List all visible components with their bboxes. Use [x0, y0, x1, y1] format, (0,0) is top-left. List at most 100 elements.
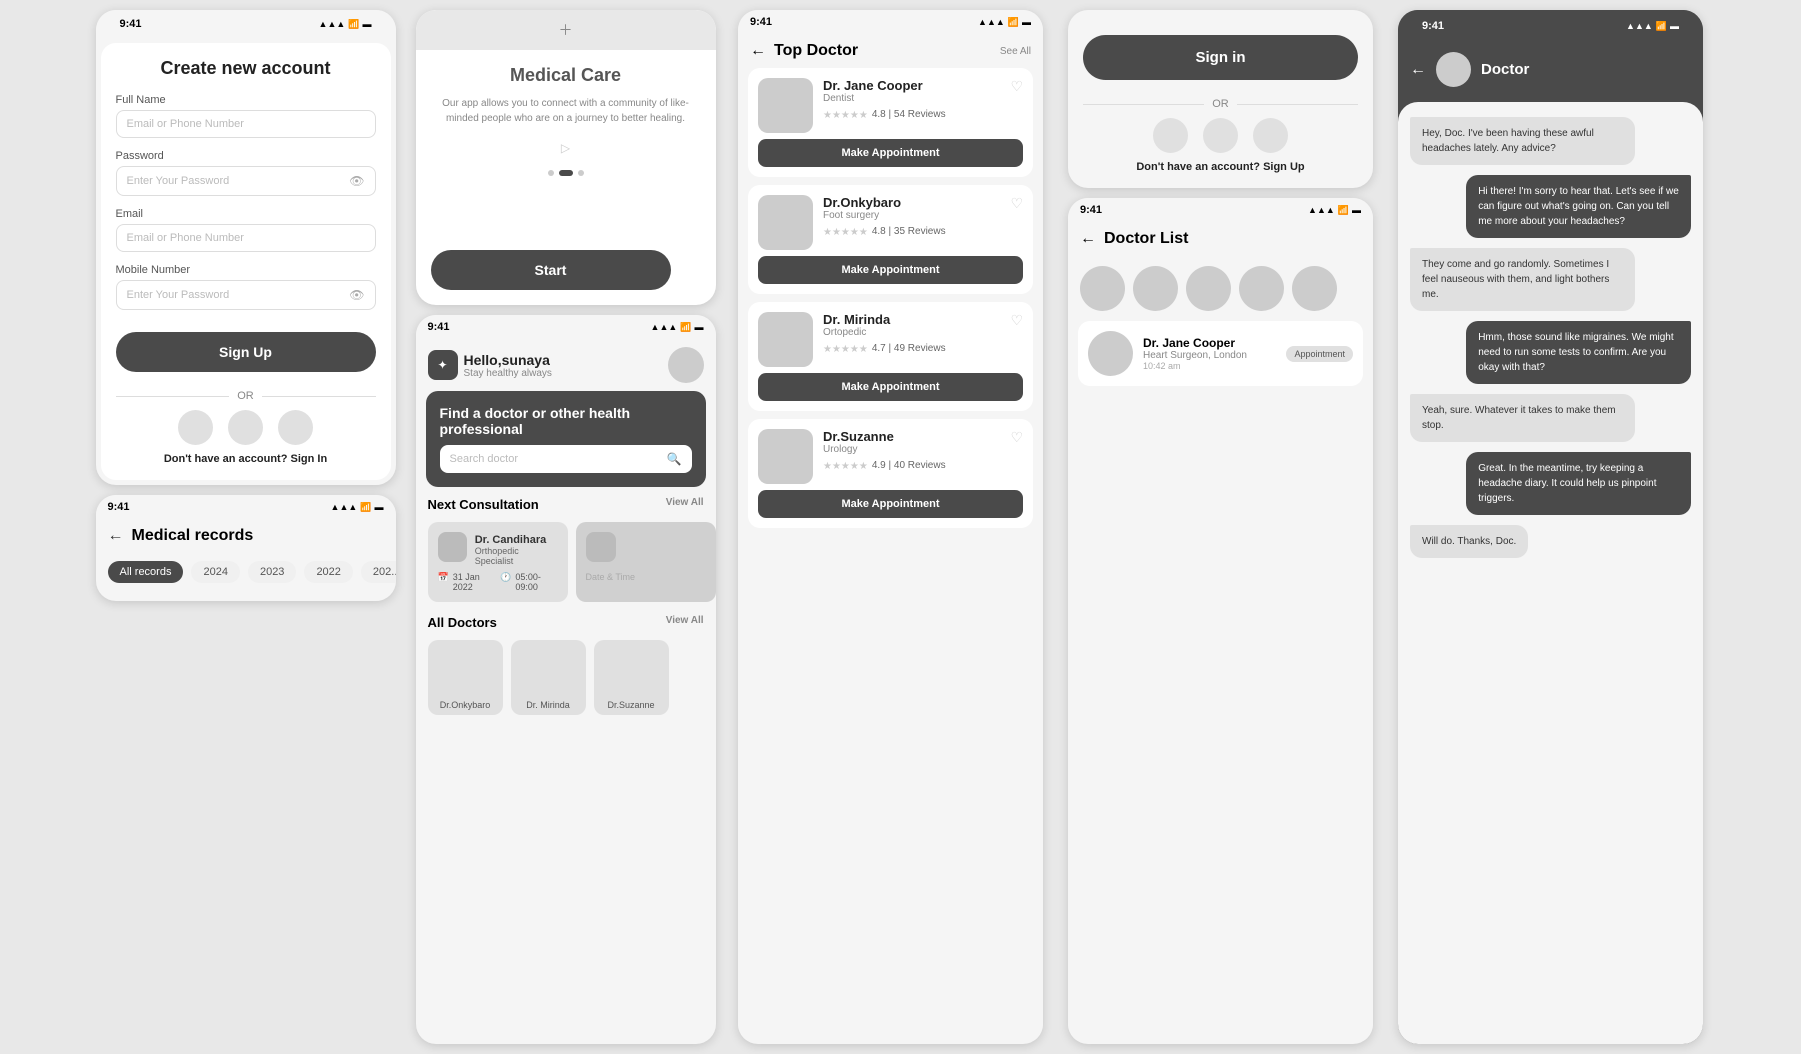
tab-2024[interactable]: 2024: [191, 561, 239, 583]
status-time-create: 9:41: [120, 18, 142, 30]
back-arrow-dl[interactable]: ←: [1080, 230, 1096, 248]
filter-avatar-1[interactable]: [1080, 266, 1125, 311]
heart-icon-3[interactable]: ♡: [1010, 312, 1023, 329]
see-all-link[interactable]: See All: [1000, 46, 1031, 57]
top-doctor-screen: 9:41 ▲▲▲ 📶 ▬ ← Top Doctor See All: [738, 10, 1043, 1044]
create-account-form: Create new account Full Name Email or Ph…: [101, 43, 391, 480]
search-box[interactable]: Search doctor 🔍: [440, 445, 692, 473]
filter-avatar-3[interactable]: [1186, 266, 1231, 311]
appt-btn-2[interactable]: Make Appointment: [758, 256, 1023, 284]
signup-button[interactable]: Sign Up: [116, 332, 376, 372]
signin-link[interactable]: Sign In: [291, 453, 328, 465]
top-doctor-title: Top Doctor: [774, 42, 858, 60]
view-all-consult[interactable]: View All: [666, 497, 704, 512]
tab-2022[interactable]: 2022: [304, 561, 352, 583]
greeting-text: Hello,sunaya Stay healthy always: [464, 352, 552, 379]
tab-older[interactable]: 202...: [361, 561, 396, 583]
column-1: 9:41 ▲▲▲ 📶 ▬ Create new account Full Nam…: [91, 10, 401, 1044]
dl-item-1: Dr. Jane Cooper Heart Surgeon, London 10…: [1078, 321, 1363, 386]
status-bar-dl: 9:41 ▲▲▲ 📶 ▬: [1068, 198, 1373, 222]
start-button[interactable]: Start: [431, 250, 671, 290]
battery-icon-records: ▬: [375, 502, 384, 512]
home-screen: 9:41 ▲▲▲ 📶 ▬ ✦ Hello,sunaya Stay healthy…: [416, 315, 716, 1044]
doctor-spec-3: Ortopedic: [823, 327, 1000, 338]
email-input[interactable]: Email or Phone Number: [116, 110, 376, 138]
msg-1: Hey, Doc. I've been having these awful h…: [1410, 117, 1635, 165]
signin-button[interactable]: Sign in: [1083, 35, 1358, 80]
slide-arrow: ▷: [561, 141, 570, 155]
tab-2023[interactable]: 2023: [248, 561, 296, 583]
view-all-doctors[interactable]: View All: [666, 615, 704, 630]
create-account-title: Create new account: [116, 58, 376, 79]
user-avatar-home[interactable]: [668, 347, 704, 383]
chat-avatar: [1436, 52, 1471, 87]
consult-card-2[interactable]: Date & Time: [576, 522, 716, 602]
heart-icon-2[interactable]: ♡: [1010, 195, 1023, 212]
social-btn-signin-1[interactable]: [1153, 118, 1188, 153]
stars-1: ★★★★★: [823, 110, 868, 121]
consult-cards: Dr. Candihara Orthopedic Specialist 📅 31…: [416, 517, 716, 607]
status-time-dl: 9:41: [1080, 204, 1102, 216]
password-group: Password Enter Your Password 👁: [116, 150, 376, 196]
consult-datetime-2: Date & Time: [586, 572, 706, 582]
back-arrow-records[interactable]: ←: [108, 527, 124, 545]
social-btn-1[interactable]: [178, 410, 213, 445]
next-consult-title: Next Consultation: [428, 497, 539, 512]
filter-avatar-5[interactable]: [1292, 266, 1337, 311]
filter-avatar-4[interactable]: [1239, 266, 1284, 311]
appt-badge-1[interactable]: Appointment: [1286, 346, 1353, 362]
heart-icon-4[interactable]: ♡: [1010, 429, 1023, 446]
rating-row-3: ★★★★★ 4.7 | 49 Reviews: [823, 341, 1000, 355]
email2-input[interactable]: Email or Phone Number: [116, 224, 376, 252]
dl-title-row: ← Doctor List: [1080, 230, 1188, 248]
full-name-label: Full Name: [116, 94, 376, 106]
doc-card-3[interactable]: Dr.Suzanne: [594, 640, 669, 715]
consult-hours: 05:00-09:00: [515, 572, 557, 592]
or-line-left-signin: [1083, 104, 1204, 105]
stars-2: ★★★★★: [823, 227, 868, 238]
appt-btn-3[interactable]: Make Appointment: [758, 373, 1023, 401]
consult-card-1[interactable]: Dr. Candihara Orthopedic Specialist 📅 31…: [428, 522, 568, 602]
back-arrow-top[interactable]: ←: [750, 42, 766, 60]
heart-icon-1[interactable]: ♡: [1010, 78, 1023, 95]
app-icon: ✦: [428, 350, 458, 380]
doctor-card-4: Dr.Suzanne Urology ★★★★★ 4.9 | 40 Review…: [748, 419, 1033, 528]
social-btn-signin-3[interactable]: [1253, 118, 1288, 153]
signup-link[interactable]: Sign Up: [1263, 161, 1305, 173]
doc-card-2[interactable]: Dr. Mirinda: [511, 640, 586, 715]
password-input[interactable]: Enter Your Password 👁: [116, 166, 376, 196]
filter-avatar-2[interactable]: [1133, 266, 1178, 311]
appt-btn-1[interactable]: Make Appointment: [758, 139, 1023, 167]
status-time-top: 9:41: [750, 16, 772, 28]
dot-2: [559, 170, 573, 176]
status-bar-home: 9:41 ▲▲▲ 📶 ▬: [416, 315, 716, 339]
search-title: Find a doctor or other health profession…: [440, 405, 692, 437]
social-btn-signin-2[interactable]: [1203, 118, 1238, 153]
arrow-indicator: ▷: [561, 141, 570, 155]
status-icons-chat: ▲▲▲ 📶 ▬: [1626, 21, 1679, 32]
full-name-group: Full Name Email or Phone Number: [116, 94, 376, 138]
doc-card-1[interactable]: Dr.Onkybaro: [428, 640, 503, 715]
doctor-info-row-4: Dr.Suzanne Urology ★★★★★ 4.9 | 40 Review…: [758, 429, 1023, 484]
records-header: ← Medical records: [96, 519, 396, 553]
stay-healthy: Stay healthy always: [464, 368, 552, 379]
tab-all-records[interactable]: All records: [108, 561, 184, 583]
back-arrow-chat[interactable]: ←: [1410, 61, 1426, 79]
avatar-row-dl: [1068, 256, 1373, 321]
appt-btn-4[interactable]: Make Appointment: [758, 490, 1023, 518]
doctor-avatar-4: [758, 429, 813, 484]
social-icons: [116, 410, 376, 445]
password-placeholder: Enter Your Password: [127, 175, 230, 187]
email-label: Email: [116, 208, 376, 220]
status-bar-records: 9:41 ▲▲▲ 📶 ▬: [96, 495, 396, 519]
mobile-input[interactable]: Enter Your Password 👁: [116, 280, 376, 310]
dl-avatar-1: [1088, 331, 1133, 376]
social-btn-3[interactable]: [278, 410, 313, 445]
dot-1: [548, 170, 554, 176]
social-btn-2[interactable]: [228, 410, 263, 445]
dl-info-1: Dr. Jane Cooper Heart Surgeon, London 10…: [1143, 336, 1276, 371]
doctor-name-1: Dr. Jane Cooper: [823, 78, 1000, 93]
signal-icon-records: ▲▲▲: [331, 502, 358, 512]
rating-3: 4.7 | 49 Reviews: [872, 343, 946, 354]
doctor-spec-2: Foot surgery: [823, 210, 1000, 221]
